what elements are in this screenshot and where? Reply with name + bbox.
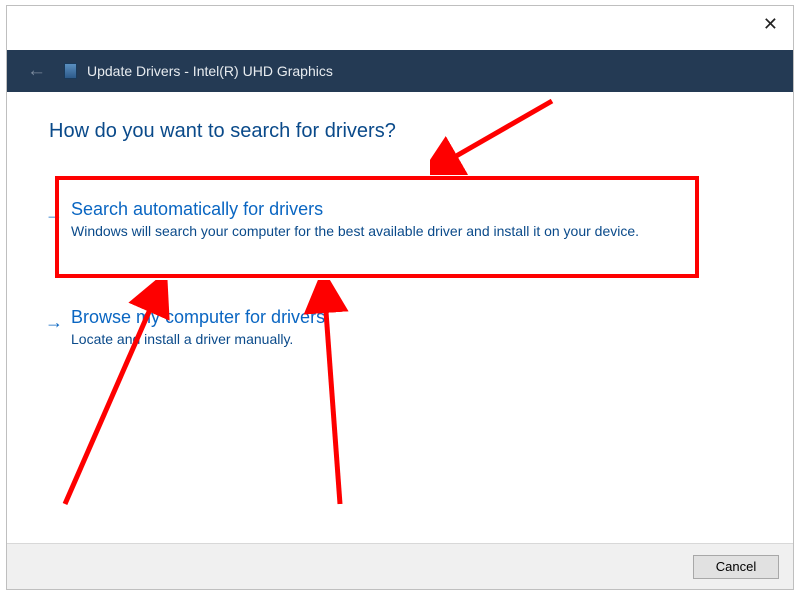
arrow-right-icon: → bbox=[45, 204, 63, 225]
back-arrow-icon[interactable]: ← bbox=[27, 60, 46, 82]
cancel-button[interactable]: Cancel bbox=[693, 555, 779, 579]
option-search-automatically[interactable]: → Search automatically for drivers Windo… bbox=[49, 191, 751, 255]
header-bar: ← Update Drivers - Intel(R) UHD Graphics bbox=[7, 50, 793, 92]
device-icon bbox=[64, 63, 77, 79]
option-browse-computer[interactable]: → Browse my computer for drivers Locate … bbox=[49, 299, 751, 363]
option-description: Windows will search your computer for th… bbox=[71, 222, 661, 241]
option-description: Locate and install a driver manually. bbox=[71, 330, 661, 349]
option-title: Browse my computer for drivers bbox=[71, 307, 751, 328]
option-title: Search automatically for drivers bbox=[71, 199, 751, 220]
arrow-right-icon: → bbox=[45, 312, 63, 333]
close-icon[interactable]: ✕ bbox=[763, 14, 778, 35]
window-title: Update Drivers - Intel(R) UHD Graphics bbox=[87, 63, 333, 79]
content-area: How do you want to search for drivers? →… bbox=[7, 92, 793, 543]
footer-bar: Cancel bbox=[7, 543, 793, 589]
page-heading: How do you want to search for drivers? bbox=[49, 120, 751, 143]
